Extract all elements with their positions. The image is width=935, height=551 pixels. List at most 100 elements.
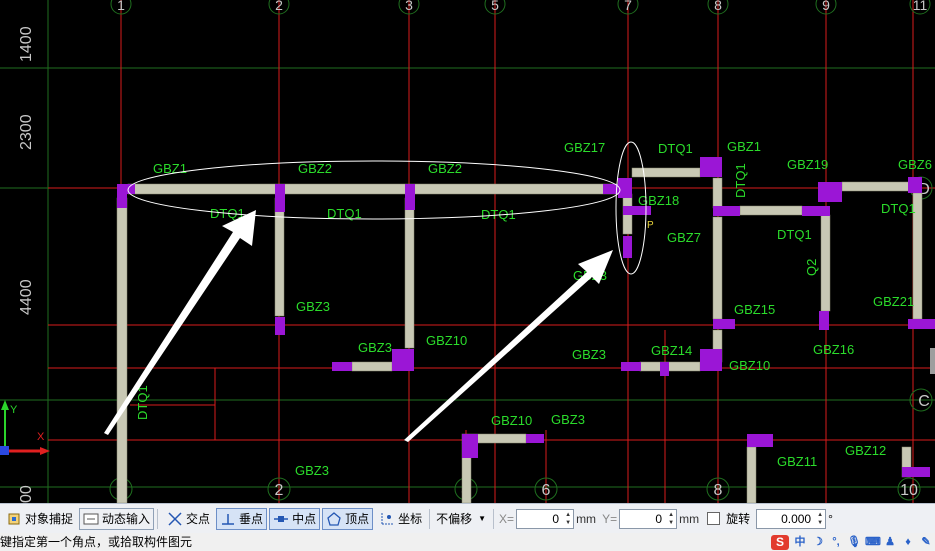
snap-hand-icon: [6, 511, 22, 527]
x-label: X=: [499, 511, 515, 526]
axis-label-b8: 8: [714, 482, 723, 499]
label-gbz15: GBZ15: [734, 302, 775, 317]
axis-label-7: 7: [624, 0, 632, 13]
axis-label-8: 8: [714, 0, 722, 13]
axis-label-11: 11: [913, 0, 928, 13]
ime-language-toggle[interactable]: 中: [793, 535, 807, 549]
label-gbz12: GBZ12: [845, 443, 886, 458]
dimension-labels: 1400 2300 4400 00: [18, 26, 35, 503]
label-gbz6: GBZ6: [898, 157, 932, 172]
axis-label-b6: 6: [542, 482, 551, 499]
y-label: Y=: [602, 511, 618, 526]
vertex-pentagon-icon: [326, 511, 342, 527]
spinner-icon[interactable]: ▲ ▼: [668, 511, 674, 527]
offset-mode-value: 不偏移: [436, 512, 473, 526]
label-gbz11: GBZ11: [777, 454, 817, 469]
microphone-icon[interactable]: 🎙: [847, 535, 861, 549]
dynamic-input-button[interactable]: 动态输入: [79, 507, 155, 530]
ucs-x-label: X: [37, 431, 45, 443]
label-gbz10-a: GBZ10: [426, 333, 467, 348]
label-dtq1-e: DTQ1: [777, 227, 812, 242]
cad-drawing-canvas[interactable]: 1 2 3 5 7 8 9 11 1 2 4 6 8 10 D C 1400 2…: [0, 0, 935, 503]
punctuation-icon[interactable]: °,: [829, 535, 843, 549]
x-coordinate-input[interactable]: 0 ▲ ▼: [516, 508, 575, 529]
axis-bubbles-bottom: [109, 477, 921, 501]
perpendicular-icon: [220, 511, 236, 527]
label-gbz3-c: GBZ3: [572, 347, 606, 362]
snap-toolbar: 对象捕捉 动态输入 交点 垂点 中点 顶点 坐标 不偏移 ▼ X= 0 ▲ ▼ …: [0, 503, 935, 533]
object-snap-label: 对象捕捉: [25, 512, 74, 526]
label-gbz16: GBZ16: [813, 342, 854, 357]
y-unit: mm: [679, 511, 700, 526]
dim-00: 00: [18, 485, 35, 503]
coordinate-label: 坐标: [398, 512, 423, 526]
coordinate-snap-button[interactable]: 坐标: [375, 508, 426, 530]
ime-toolbar[interactable]: S 中 ☽ °, 🎙 ⌨ ♟ ♦ ✎: [771, 533, 933, 551]
label-gbz10-b: GBZ10: [729, 358, 770, 373]
ucs-icon: Y X: [0, 400, 50, 455]
rotate-value: 0.000: [781, 511, 812, 526]
axis-label-5: 5: [491, 0, 499, 13]
axis-label-b10: 10: [900, 482, 918, 499]
wrench-icon[interactable]: ✎: [919, 535, 933, 549]
axis-label-1: 1: [117, 0, 125, 13]
axis-label-9: 9: [822, 0, 830, 13]
label-gbz1-b: GBZ1: [727, 139, 761, 154]
perpendicular-snap-button[interactable]: 垂点: [216, 507, 268, 530]
keyboard-icon[interactable]: ⌨: [865, 535, 881, 549]
skin-shirt-icon[interactable]: ♦: [901, 535, 915, 549]
label-gbz2-b: GBZ2: [428, 161, 462, 176]
annotations: [127, 141, 647, 275]
p-marker: P: [647, 220, 654, 231]
axis-label-C: C: [918, 393, 930, 410]
dim-4400: 4400: [18, 279, 35, 315]
axis-label-3: 3: [405, 0, 413, 13]
chevron-down-icon: ▼: [478, 514, 487, 523]
spinner-icon[interactable]: ▲ ▼: [817, 511, 823, 527]
midpoint-snap-button[interactable]: 中点: [269, 507, 321, 530]
midpoint-label: 中点: [292, 512, 317, 526]
axis-bubble-labels-bottom: 1 2 4 6 8 10: [117, 482, 918, 499]
label-gbz10-c: GBZ10: [491, 413, 532, 428]
divider: [493, 508, 495, 529]
perpendicular-label: 垂点: [239, 512, 264, 526]
intersection-snap-button[interactable]: 交点: [163, 508, 214, 530]
label-dtq1-d: DTQ1: [881, 201, 916, 216]
y-coordinate-input[interactable]: 0 ▲ ▼: [619, 508, 678, 529]
rotate-checkbox[interactable]: [707, 512, 721, 525]
axis-bubble-labels-top: 1 2 3 5 7 8 9 11: [117, 0, 927, 13]
rotate-label: 旋转: [726, 512, 751, 526]
grid-green: [0, 0, 935, 503]
label-gbz17: GBZ17: [564, 140, 605, 155]
spinner-icon[interactable]: ▲ ▼: [565, 511, 571, 527]
label-dtq1-vert: DTQ1: [733, 163, 748, 198]
degree-symbol: °: [828, 511, 833, 526]
rotate-angle-input[interactable]: 0.000 ▲ ▼: [756, 508, 827, 529]
scrollbar-right[interactable]: [930, 348, 935, 374]
dim-2300: 2300: [18, 114, 35, 150]
dynamic-input-label: 动态输入: [102, 512, 151, 526]
sogou-logo-icon[interactable]: S: [771, 534, 789, 550]
object-snap-button[interactable]: 对象捕捉: [2, 508, 77, 530]
user-icon[interactable]: ♟: [883, 535, 897, 549]
moon-icon[interactable]: ☽: [811, 535, 825, 549]
dim-1400: 1400: [18, 26, 35, 62]
axis-bubbles-top: [110, 0, 931, 15]
intersection-label: 交点: [186, 512, 211, 526]
label-gbz14: GBZ14: [651, 343, 692, 358]
offset-mode-dropdown[interactable]: 不偏移 ▼: [436, 510, 490, 527]
y-value: 0: [655, 511, 663, 526]
vertex-snap-button[interactable]: 顶点: [322, 507, 374, 530]
p-marker-label: P: [647, 220, 654, 231]
label-gbz3-b: GBZ3: [358, 340, 392, 355]
annotation-arrows: [104, 210, 613, 442]
divider: [429, 508, 431, 529]
dynamic-input-icon: [83, 511, 99, 527]
label-gbz3-a: GBZ3: [296, 299, 330, 314]
label-gbz21: GBZ21: [873, 294, 914, 309]
label-dtq1-top: DTQ1: [658, 141, 693, 156]
x-unit: mm: [576, 511, 597, 526]
label-gbz7: GBZ7: [667, 230, 701, 245]
label-q2: Q2: [804, 259, 819, 276]
label-gbz3-e: GBZ3: [295, 463, 329, 478]
